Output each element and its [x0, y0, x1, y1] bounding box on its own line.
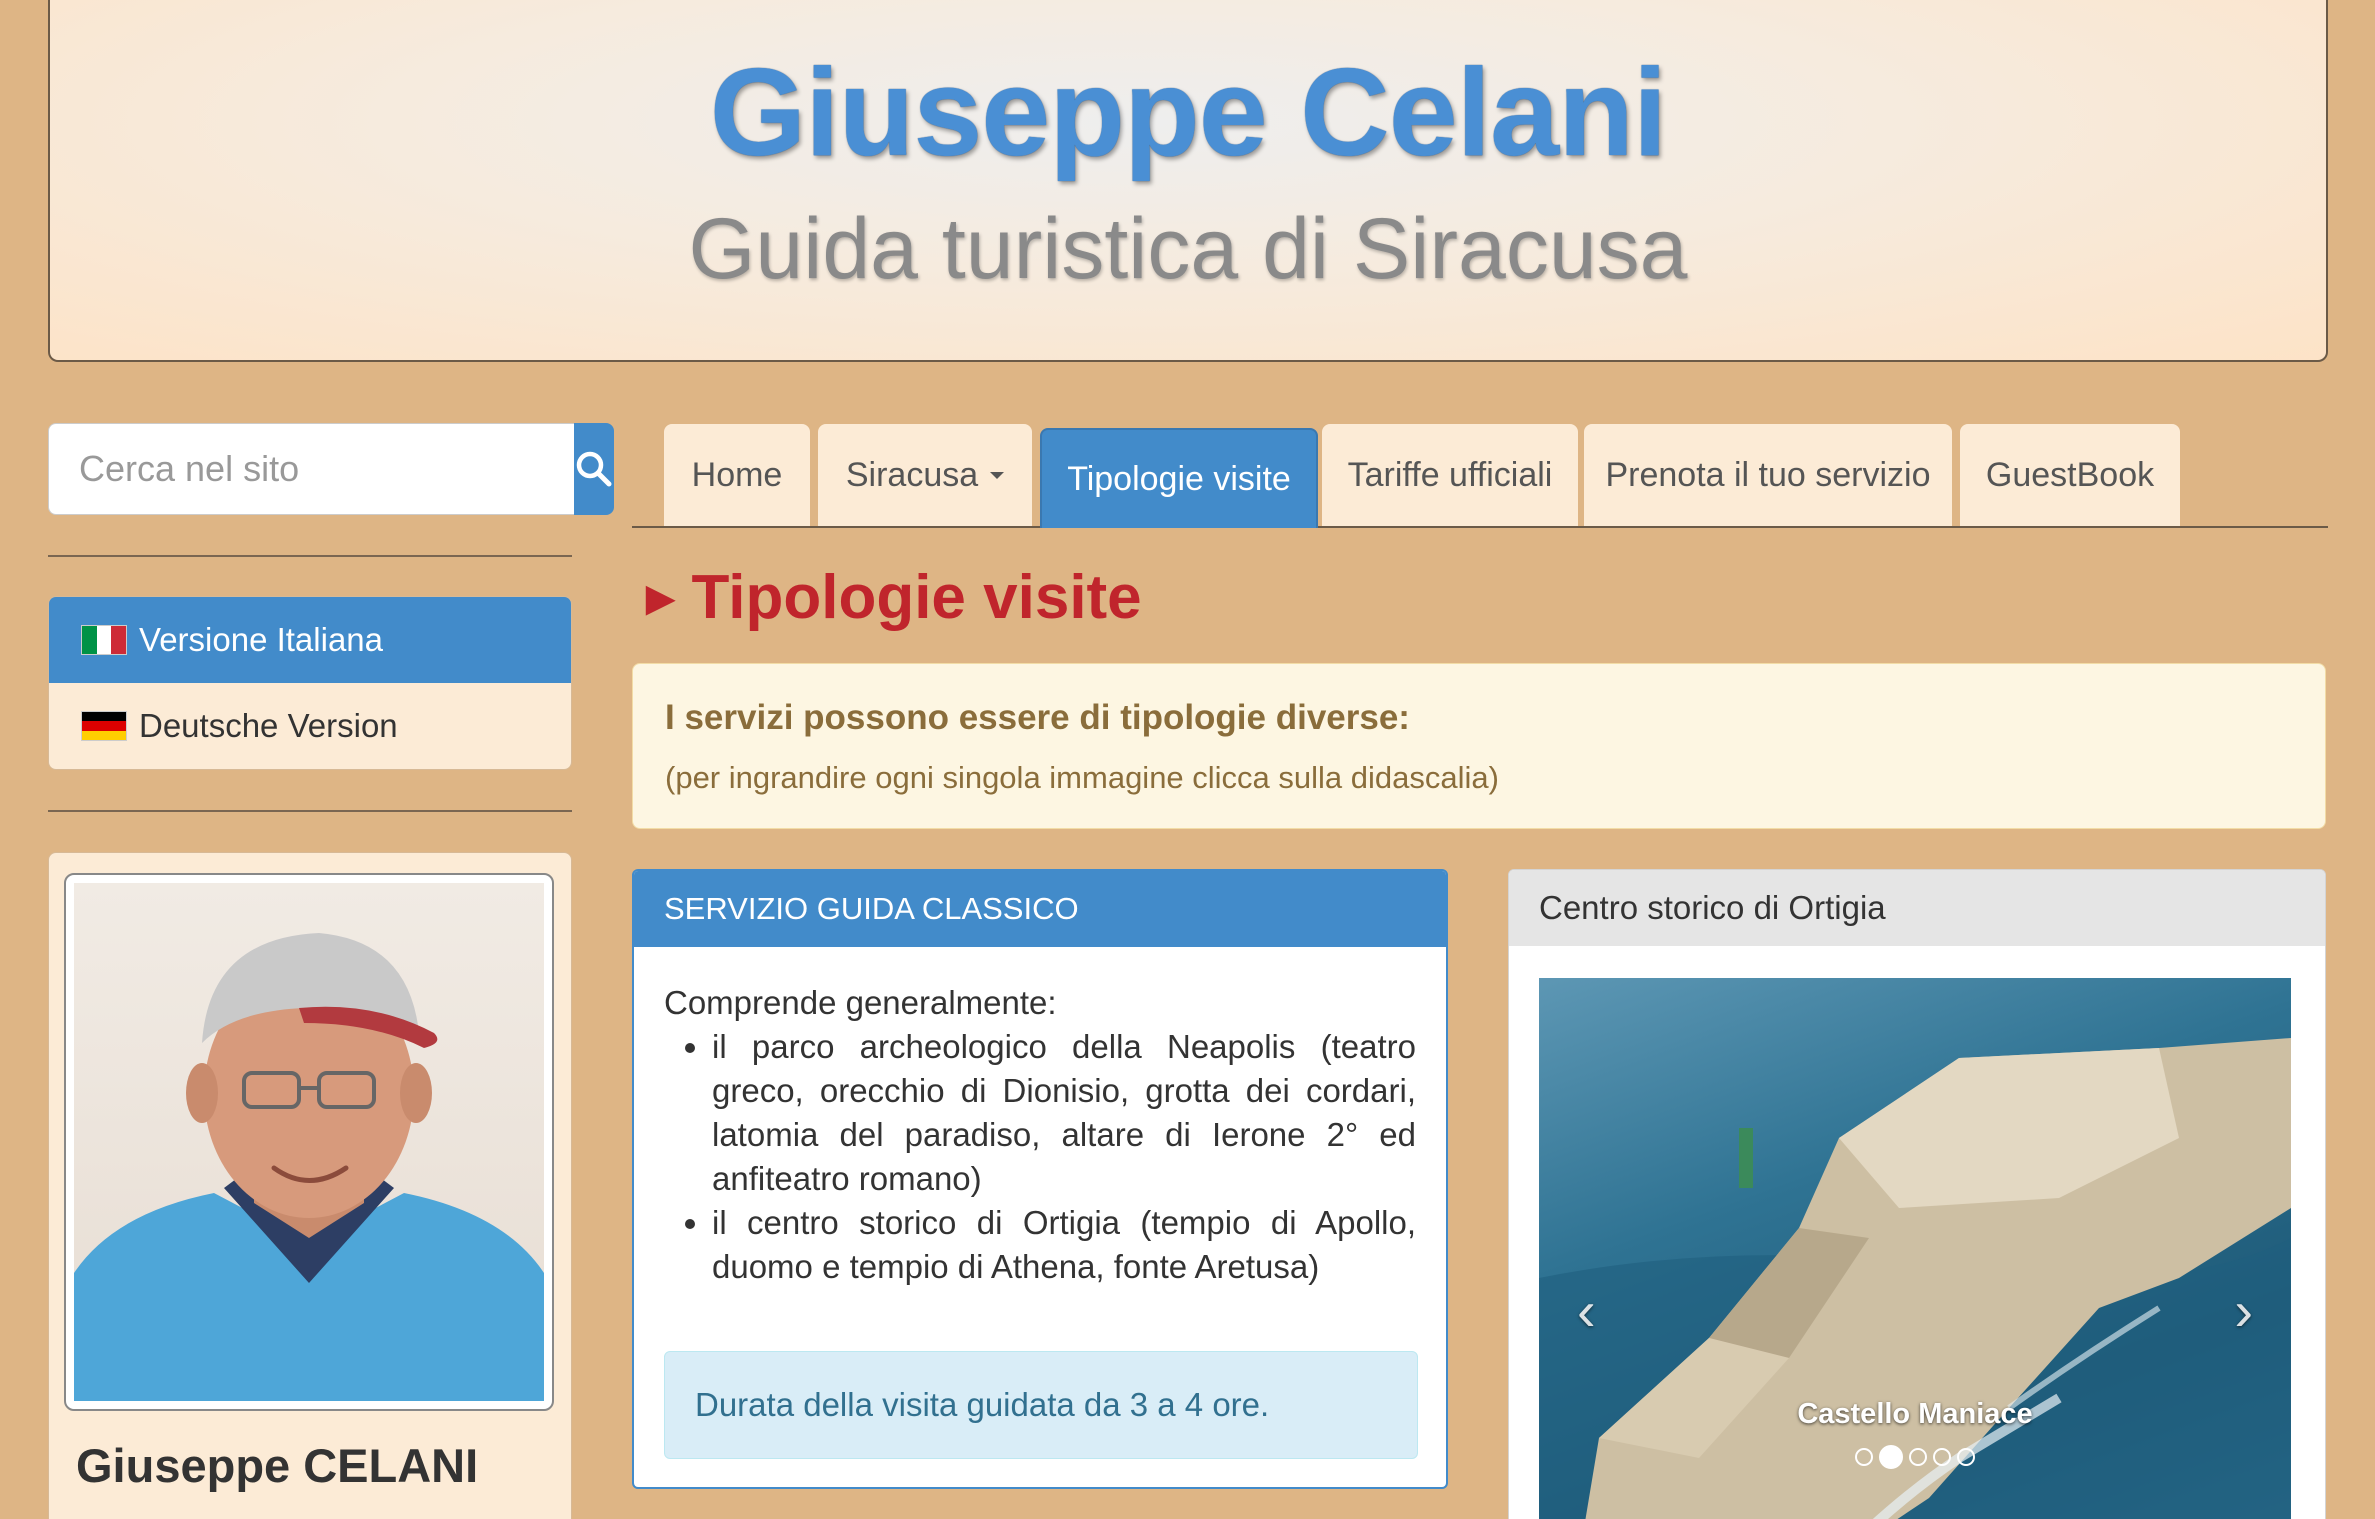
alert-subtitle: (per ingrandire ogni singola immagine cl…	[665, 760, 1499, 795]
carousel-indicator[interactable]	[1855, 1448, 1873, 1466]
tab-label: Home	[691, 455, 783, 494]
carousel-next-icon[interactable]: ›	[2234, 1278, 2253, 1343]
carousel-indicator[interactable]	[1909, 1448, 1927, 1466]
profile-name: Giuseppe CELANI	[76, 1439, 479, 1492]
carousel-indicator[interactable]	[1933, 1448, 1951, 1466]
profile-photo[interactable]	[74, 883, 544, 1401]
guide-portrait-image	[74, 933, 544, 1401]
language-label: Versione Italiana	[139, 621, 384, 658]
tab-tipologie-visite[interactable]: Tipologie visite	[1040, 428, 1318, 528]
italy-flag-icon	[81, 625, 127, 655]
tab-guestbook[interactable]: GuestBook	[1960, 424, 2180, 526]
tab-label: Tipologie visite	[1067, 459, 1291, 498]
carousel-prev-icon[interactable]: ‹	[1577, 1278, 1596, 1343]
service-card: SERVIZIO GUIDA CLASSICO Comprende genera…	[632, 869, 1448, 1489]
service-card-body: Comprende generalmente: il parco archeol…	[634, 947, 1446, 1289]
germany-flag-icon	[81, 711, 127, 741]
service-card-title: SERVIZIO GUIDA CLASSICO	[634, 871, 1446, 947]
tab-prenota[interactable]: Prenota il tuo servizio	[1584, 424, 1952, 526]
tab-label: Tariffe ufficiali	[1347, 455, 1553, 494]
list-item: il centro storico di Ortigia (tempio di …	[712, 1201, 1416, 1289]
gallery-card: Centro storico di Ortigia ‹ › Castello M…	[1508, 869, 2326, 1519]
site-subtitle: Guida turistica di Siracusa	[688, 201, 1688, 297]
image-carousel[interactable]: ‹ › Castello Maniace	[1539, 978, 2291, 1519]
profile-panel: Giuseppe CELANI	[48, 852, 572, 1519]
search-icon	[576, 451, 612, 487]
main-nav: Home Siracusa Tipologie visite Tariffe u…	[632, 424, 2328, 528]
language-item-italian[interactable]: Versione Italiana	[49, 597, 571, 683]
carousel-indicator[interactable]	[1957, 1448, 1975, 1466]
caret-down-icon	[990, 471, 1005, 479]
tab-label: Prenota il tuo servizio	[1605, 455, 1931, 494]
sidebar-divider	[48, 555, 572, 557]
site-header: Giuseppe Celani Guida turistica di Sirac…	[48, 0, 2328, 362]
gallery-card-title: Centro storico di Ortigia	[1509, 870, 2325, 946]
page-heading: ► Tipologie visite	[636, 562, 1142, 633]
castello-maniace-image	[1539, 1038, 2291, 1519]
tab-siracusa[interactable]: Siracusa	[818, 424, 1032, 526]
language-list: Versione Italiana Deutsche Version	[48, 596, 572, 770]
site-title[interactable]: Giuseppe Celani	[50, 42, 2326, 184]
tab-label: GuestBook	[1985, 455, 2155, 494]
carousel-indicators	[1539, 1445, 2291, 1469]
search-input[interactable]	[48, 423, 574, 515]
carousel-indicator[interactable]	[1879, 1445, 1903, 1469]
info-alert: I servizi possono essere di tipologie di…	[632, 663, 2326, 829]
sidebar-divider	[48, 810, 572, 812]
language-label: Deutsche Version	[139, 707, 398, 744]
triangle-right-icon: ►	[636, 569, 686, 626]
tab-tariffe-ufficiali[interactable]: Tariffe ufficiali	[1322, 424, 1578, 526]
service-list: il parco archeologico della Neapolis (te…	[712, 1025, 1416, 1289]
service-intro: Comprende generalmente:	[664, 984, 1057, 1021]
alert-title: I servizi possono essere di tipologie di…	[665, 698, 1410, 737]
list-item: il parco archeologico della Neapolis (te…	[712, 1025, 1416, 1201]
search-form	[48, 423, 614, 515]
language-item-german[interactable]: Deutsche Version	[49, 683, 571, 769]
carousel-caption[interactable]: Castello Maniace	[1539, 1398, 2291, 1431]
profile-photo-frame	[64, 873, 554, 1411]
page-heading-text: Tipologie visite	[691, 563, 1142, 632]
tab-home[interactable]: Home	[664, 424, 810, 526]
duration-info: Durata della visita guidata da 3 a 4 ore…	[664, 1351, 1418, 1459]
tab-label: Siracusa	[845, 455, 979, 494]
search-button[interactable]	[574, 423, 614, 515]
